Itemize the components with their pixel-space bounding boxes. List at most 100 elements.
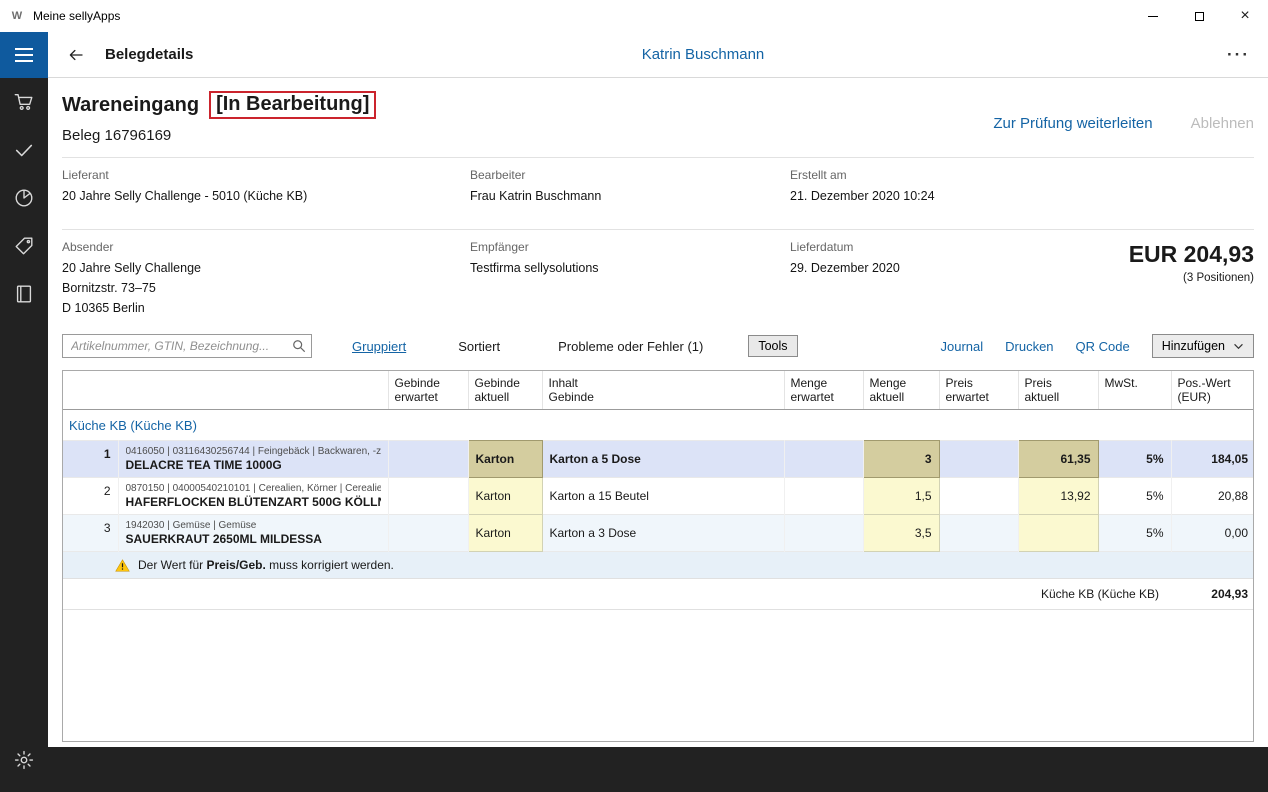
field-value: Testfirma sellysolutions [470, 258, 790, 278]
pos-wert-cell: 20,88 [1171, 478, 1254, 515]
table-row[interactable]: 1 0416050 | 03116430256744 | Feingebäck … [63, 441, 1254, 478]
sidebar-item-cart[interactable] [0, 78, 48, 126]
sidebar-item-offers[interactable] [0, 222, 48, 270]
col-header-inhalt-gebinde: Inhalt Gebinde [542, 371, 784, 410]
gebinde-aktuell-cell[interactable]: Karton [468, 478, 542, 515]
col-header-preis-erwartet: Preis erwartet [939, 371, 1018, 410]
preis-erwartet-cell [939, 515, 1018, 552]
status-badge: [In Bearbeitung] [209, 91, 376, 119]
group-title: Küche KB (Küche KB) [63, 410, 1254, 441]
article-meta: 0870150 | 04000540210101 | Cerealien, Kö… [126, 483, 381, 494]
positions-count: (3 Positionen) [1090, 272, 1254, 284]
gebinde-erwartet-cell [388, 515, 468, 552]
fields-row-2: Absender 20 Jahre Selly Challenge Bornit… [62, 230, 1254, 324]
field-lieferdatum: Lieferdatum 29. Dezember 2020 [790, 239, 1090, 318]
gear-icon [13, 749, 35, 771]
print-link[interactable]: Drucken [1005, 339, 1053, 354]
col-header-preis-aktuell: Preis aktuell [1018, 371, 1098, 410]
minimize-button[interactable] [1130, 0, 1176, 32]
bottom-bar [48, 747, 1268, 792]
maximize-button[interactable] [1176, 0, 1222, 32]
row-number: 3 [63, 515, 118, 552]
tools-button[interactable]: Tools [748, 335, 797, 357]
field-label: Lieferdatum [790, 239, 1090, 256]
col-header-gebinde-aktuell: Gebinde aktuell [468, 371, 542, 410]
menge-aktuell-cell[interactable]: 1,5 [863, 478, 939, 515]
minimize-icon [1148, 16, 1158, 17]
navbar: Belegdetails Katrin Buschmann ··· [48, 32, 1268, 78]
grouped-toggle-link[interactable]: Gruppiert [352, 339, 406, 354]
forward-for-review-link[interactable]: Zur Prüfung weiterleiten [993, 115, 1152, 132]
row-number: 2 [63, 478, 118, 515]
gebinde-erwartet-cell [388, 478, 468, 515]
field-value: 21. Dezember 2020 10:24 [790, 186, 1254, 206]
field-label: Absender [62, 239, 470, 256]
field-lieferant: Lieferant 20 Jahre Selly Challenge - 501… [62, 167, 470, 206]
sidebar-item-settings[interactable] [0, 736, 48, 784]
mwst-cell: 5% [1098, 478, 1171, 515]
sidebar-item-catalog[interactable] [0, 270, 48, 318]
subtotal-value: 204,93 [1171, 579, 1254, 610]
toolbar-right: Journal Drucken QR Code Hinzufügen [940, 334, 1254, 358]
sidebar-item-tasks[interactable] [0, 126, 48, 174]
add-button[interactable]: Hinzufügen [1152, 334, 1254, 358]
total-amount: EUR 204,93 [1090, 241, 1254, 268]
col-header [118, 371, 388, 410]
gebinde-aktuell-cell[interactable]: Karton [468, 515, 542, 552]
search-box [62, 334, 312, 358]
chevron-down-icon [1233, 343, 1244, 350]
inhalt-gebinde-cell: Karton a 3 Dose [542, 515, 784, 552]
preis-aktuell-cell[interactable]: 13,92 [1018, 478, 1098, 515]
field-value: 20 Jahre Selly Challenge - 5010 (Küche K… [62, 186, 470, 206]
doc-number: Beleg 16796169 [62, 127, 376, 144]
col-header-menge-erwartet: Menge erwartet [784, 371, 863, 410]
menge-aktuell-cell[interactable]: 3,5 [863, 515, 939, 552]
article-cell: 0416050 | 03116430256744 | Feingebäck | … [118, 441, 388, 478]
absender-line: D 10365 Berlin [62, 298, 470, 318]
menge-erwartet-cell [784, 515, 863, 552]
problems-filter-link[interactable]: Probleme oder Fehler (1) [558, 339, 703, 354]
subtotal-label: Küche KB (Küche KB) [63, 579, 1171, 610]
menge-aktuell-cell[interactable]: 3 [863, 441, 939, 478]
table-row[interactable]: 2 0870150 | 04000540210101 | Cerealien, … [63, 478, 1254, 515]
window-title: Meine sellyApps [33, 9, 120, 23]
preis-aktuell-cell[interactable] [1018, 515, 1098, 552]
mwst-cell: 5% [1098, 441, 1171, 478]
article-name: HAFERFLOCKEN BLÜTENZART 500G KÖLLN [126, 495, 381, 509]
maximize-icon [1195, 12, 1204, 21]
qr-code-link[interactable]: QR Code [1076, 339, 1130, 354]
col-header-mwst: MwSt. [1098, 371, 1171, 410]
preis-aktuell-cell[interactable]: 61,35 [1018, 441, 1098, 478]
field-absender: Absender 20 Jahre Selly Challenge Bornit… [62, 239, 470, 318]
article-name: DELACRE TEA TIME 1000G [126, 458, 381, 472]
user-name-link[interactable]: Katrin Buschmann [138, 46, 1268, 63]
field-value: Frau Katrin Buschmann [470, 186, 790, 206]
field-label: Lieferant [62, 167, 470, 184]
close-button[interactable]: × [1222, 0, 1268, 32]
hamburger-menu-button[interactable] [0, 32, 48, 78]
app-logo-icon: W [9, 8, 25, 24]
sorted-toggle-link[interactable]: Sortiert [458, 339, 500, 354]
main-content: Wareneingang [In Bearbeitung] Beleg 1679… [48, 78, 1268, 747]
menge-erwartet-cell [784, 478, 863, 515]
search-input[interactable] [62, 334, 312, 358]
field-value: 29. Dezember 2020 [790, 258, 1090, 278]
book-icon [13, 283, 35, 305]
journal-link[interactable]: Journal [940, 339, 983, 354]
article-name: SAUERKRAUT 2650ML MILDESSA [126, 532, 381, 546]
search-icon[interactable] [292, 339, 306, 358]
row-number: 1 [63, 441, 118, 478]
inhalt-gebinde-cell: Karton a 5 Dose [542, 441, 784, 478]
gebinde-aktuell-cell[interactable]: Karton [468, 441, 542, 478]
absender-line: 20 Jahre Selly Challenge [62, 258, 470, 278]
sidebar-item-reports[interactable] [0, 174, 48, 222]
back-button[interactable] [61, 40, 91, 70]
document-title: Wareneingang [In Bearbeitung] [62, 91, 376, 119]
group-header-row[interactable]: Küche KB (Küche KB) [63, 410, 1254, 441]
warning-icon [115, 559, 130, 572]
warning-row: Der Wert für Preis/Geb. muss korrigiert … [63, 552, 1254, 579]
table-row[interactable]: 3 1942030 | Gemüse | Gemüse SAUERKRAUT 2… [63, 515, 1254, 552]
reject-link[interactable]: Ablehnen [1191, 115, 1254, 132]
cart-icon [13, 91, 35, 113]
fields-row-1: Lieferant 20 Jahre Selly Challenge - 501… [62, 158, 1254, 216]
